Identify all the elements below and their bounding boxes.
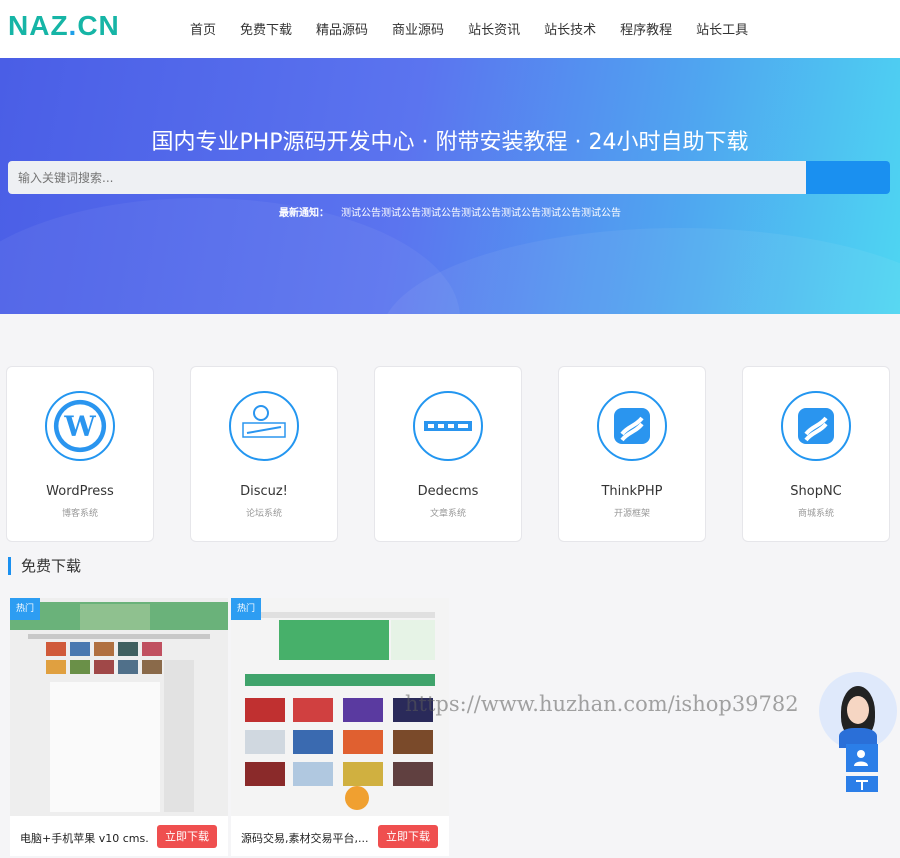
hot-badge: 热门 [231,598,261,620]
watermark: https://www.huzhan.com/ishop39782 [405,692,799,716]
dedecms-icon [413,391,483,461]
shopnc-icon [781,391,851,461]
nav-item-free-download[interactable]: 免费下载 [240,19,292,38]
customer-service-avatar[interactable] [819,672,897,750]
section-title-free-download: 免费下载 [8,557,81,575]
main-nav: 首页 免费下载 精品源码 商业源码 站长资讯 站长技术 程序教程 站长工具 [178,19,760,38]
back-to-top-button[interactable] [846,776,878,792]
download-card[interactable]: 热门 源码交易,素材交易平台,... 立即下载 [231,598,449,856]
svg-text:W: W [63,410,96,443]
arrow-up-icon [856,780,868,790]
nav-item-home[interactable]: 首页 [190,19,216,38]
hero-banner: 国内专业PHP源码开发中心 · 附带安装教程 · 24小时自助下载 最新通知： 测… [0,58,900,314]
logo-text-suffix: CN [77,10,120,41]
category-name: Discuz! [240,484,288,499]
category-list: W WordPress 博客系统 Discuz! 论坛系统 Dedecms 文章… [6,366,890,542]
category-subtitle: 博客系统 [61,509,98,519]
card-thumbnail[interactable]: 热门 [10,598,228,816]
category-card-shopnc[interactable]: ShopNC 商城系统 [742,366,890,542]
category-name: ThinkPHP [601,484,663,499]
contact-service-button[interactable] [846,744,878,772]
hero-decoration [380,228,900,314]
nav-item-webmaster-tech[interactable]: 站长技术 [544,19,596,38]
nav-item-webmaster-tools[interactable]: 站长工具 [696,19,748,38]
category-subtitle: 论坛系统 [245,509,282,519]
download-card[interactable]: 热门 电脑+手机苹果 v10 cms... 立即下载 [10,598,228,856]
category-card-wordpress[interactable]: W WordPress 博客系统 [6,366,154,542]
category-subtitle: 开源框架 [613,509,650,519]
category-card-discuz[interactable]: Discuz! 论坛系统 [190,366,338,542]
nav-item-tutorials[interactable]: 程序教程 [620,19,672,38]
hot-badge: 热门 [10,598,40,620]
search-input[interactable] [8,161,806,194]
nav-item-commercial-source[interactable]: 商业源码 [392,19,444,38]
card-title[interactable]: 源码交易,素材交易平台,... [241,830,369,846]
category-name: ShopNC [790,484,842,499]
category-card-dedecms[interactable]: Dedecms 文章系统 [374,366,522,542]
notice-text[interactable]: 测试公告测试公告测试公告测试公告测试公告测试公告测试公告 [341,208,621,219]
user-support-icon [854,750,868,766]
download-button[interactable]: 立即下载 [378,825,438,848]
nav-item-webmaster-news[interactable]: 站长资讯 [468,19,520,38]
top-navbar: NAZ.CN 首页 免费下载 精品源码 商业源码 站长资讯 站长技术 程序教程 … [0,0,900,58]
category-subtitle: 商城系统 [797,509,834,519]
notice-label: 最新通知： [279,208,329,219]
card-title[interactable]: 电脑+手机苹果 v10 cms... [20,830,148,846]
search-button[interactable] [806,161,890,194]
notice-bar: 最新通知： 测试公告测试公告测试公告测试公告测试公告测试公告测试公告 [0,204,900,219]
logo-dot: . [68,10,78,41]
thinkphp-icon [597,391,667,461]
nav-item-premium-source[interactable]: 精品源码 [316,19,368,38]
site-logo[interactable]: NAZ.CN [8,10,120,42]
avatar-face [847,696,869,724]
download-button[interactable]: 立即下载 [157,825,217,848]
discuz-icon [229,391,299,461]
category-card-thinkphp[interactable]: ThinkPHP 开源框架 [558,366,706,542]
wordpress-icon: W [45,391,115,461]
hero-title: 国内专业PHP源码开发中心 · 附带安装教程 · 24小时自助下载 [151,130,749,155]
category-subtitle: 文章系统 [429,509,466,519]
category-name: Dedecms [417,484,479,499]
category-name: WordPress [46,484,114,499]
logo-text: NAZ [8,10,69,41]
